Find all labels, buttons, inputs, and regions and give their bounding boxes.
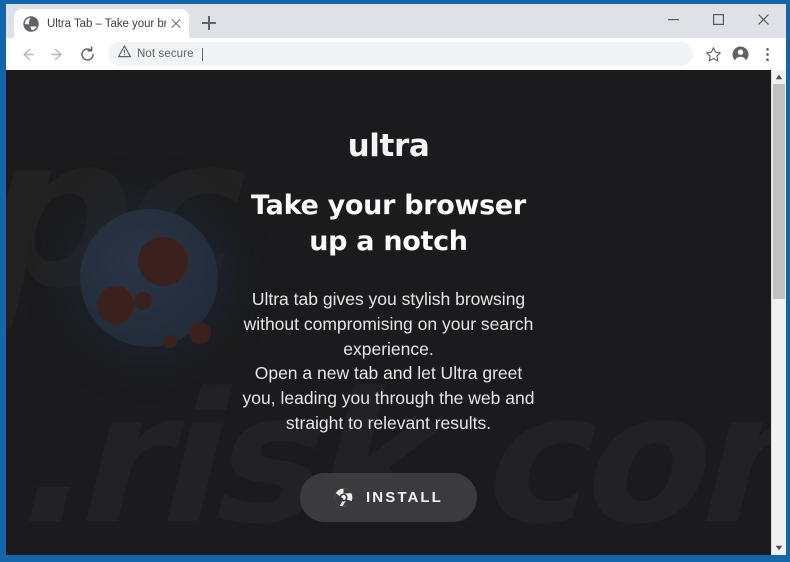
new-tab-button[interactable] (195, 9, 223, 37)
chrome-browser: Ultra Tab – Take your browser up (6, 4, 786, 555)
bookmark-star-icon[interactable] (700, 41, 726, 67)
page-headline: Take your browser up a notch (251, 190, 526, 258)
description-line: without compromising on your search (243, 313, 534, 334)
page-viewport: pc .risk.com ultra Take your browser up … (6, 70, 786, 555)
forward-arrow-icon[interactable] (44, 41, 70, 67)
security-chip[interactable]: Not secure (118, 45, 194, 63)
browser-window: Ultra Tab – Take your browser up (0, 0, 790, 562)
vertical-scrollbar[interactable] (771, 70, 786, 555)
install-button[interactable]: INSTALL (300, 472, 477, 522)
install-button-container: INSTALL (6, 472, 771, 522)
close-icon[interactable] (741, 4, 786, 34)
page-description: Ultra tab gives you stylish browsing wit… (224, 287, 554, 436)
maximize-icon[interactable] (696, 4, 741, 34)
description-line: you, leading you through the web and (242, 388, 535, 409)
chrome-menu-icon[interactable] (754, 41, 780, 67)
scroll-up-icon[interactable] (772, 70, 786, 84)
tab-title: Ultra Tab – Take your browser up (47, 17, 166, 30)
not-secure-warning-icon (118, 45, 131, 63)
description-line: experience. (343, 338, 434, 359)
description-line: Ultra tab gives you stylish browsing (251, 288, 526, 309)
ultra-tab-landing-page: pc .risk.com ultra Take your browser up … (6, 70, 771, 555)
page-content: ultra Take your browser up a notch Ultra… (6, 70, 771, 555)
profile-avatar-icon[interactable] (727, 41, 753, 67)
ultra-logo-text: ultra (347, 128, 430, 164)
address-bar-caret (201, 47, 203, 61)
security-status-label: Not secure (137, 48, 194, 60)
reload-icon[interactable] (74, 41, 100, 67)
back-arrow-icon[interactable] (14, 41, 40, 67)
description-line: straight to relevant results. (285, 413, 492, 434)
close-icon[interactable] (168, 16, 184, 32)
window-controls (651, 4, 786, 34)
description-line: Open a new tab and let Ultra greet (254, 363, 523, 384)
address-bar[interactable]: Not secure (108, 42, 693, 66)
install-button-label: INSTALL (366, 488, 443, 506)
browser-tab[interactable]: Ultra Tab – Take your browser up (14, 9, 189, 38)
tab-strip: Ultra Tab – Take your browser up (6, 4, 786, 38)
globe-icon (23, 15, 39, 32)
browser-toolbar: Not secure (6, 38, 786, 70)
minimize-icon[interactable] (651, 4, 696, 34)
chrome-icon (334, 488, 353, 507)
scrollbar-thumb[interactable] (773, 84, 785, 299)
scroll-down-icon[interactable] (772, 541, 786, 555)
